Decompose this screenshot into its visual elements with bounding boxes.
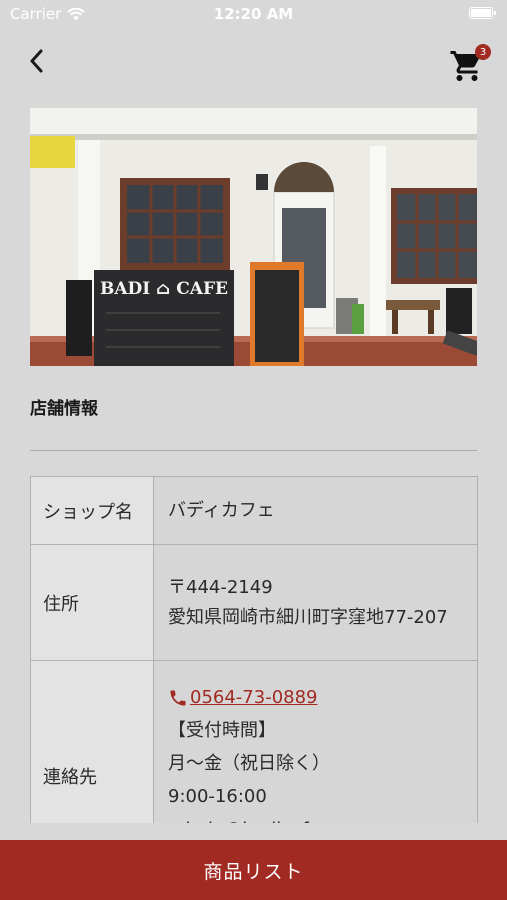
- table-row: 住所 〒444-2149 愛知県岡崎市細川町字窪地77-207: [30, 544, 478, 661]
- phone-number: 0564-73-0889: [190, 687, 318, 708]
- contact-label: 連絡先: [30, 660, 154, 823]
- shop-name-label: ショップ名: [30, 476, 154, 545]
- phone-icon: [170, 690, 186, 705]
- address-label: 住所: [30, 544, 154, 661]
- shop-photo: BADI ⌂ CAFE: [30, 108, 477, 366]
- contact-value: 0564-73-0889 【受付時間】 月～金（祝日除く） 9:00-16:00…: [153, 660, 478, 823]
- section-title-shop-info: 店舗情報: [30, 399, 98, 419]
- status-time: 12:20 AM: [213, 5, 294, 23]
- sign-text: BADI ⌂ CAFE: [100, 279, 228, 299]
- address-line: 愛知県岡崎市細川町字窪地77-207: [168, 606, 448, 628]
- shop-info-table: ショップ名 バディカフェ 住所 〒444-2149 愛知県岡崎市細川町字窪地77…: [30, 476, 478, 823]
- section-divider: [30, 450, 477, 451]
- address-value: 〒444-2149 愛知県岡崎市細川町字窪地77-207: [153, 544, 478, 661]
- hours-heading: 【受付時間】: [168, 720, 276, 741]
- cart-count-badge: 3: [475, 44, 491, 60]
- phone-link[interactable]: 0564-73-0889: [168, 681, 463, 714]
- cafe-storefront-image: BADI ⌂ CAFE: [30, 108, 477, 366]
- back-button[interactable]: [20, 44, 54, 78]
- postal-code: 〒444-2149: [168, 576, 273, 598]
- navigation-bar: 3: [0, 40, 507, 84]
- product-list-button[interactable]: 商品リスト: [0, 840, 507, 900]
- shop-name-value: バディカフェ: [153, 476, 478, 545]
- hours-time: 9:00-16:00: [168, 786, 267, 807]
- table-row: 連絡先 0564-73-0889 【受付時間】 月～金（祝日除く） 9:00-1…: [30, 660, 478, 823]
- table-row: ショップ名 バディカフェ: [30, 476, 478, 545]
- hours-days: 月～金（祝日除く）: [168, 753, 330, 774]
- email-text[interactable]: admin@badicafe.com: [168, 813, 463, 823]
- battery-icon: [469, 7, 496, 19]
- cart-button[interactable]: 3: [449, 42, 491, 82]
- chevron-left-icon: [30, 49, 43, 73]
- status-bar: Carrier 12:20 AM: [0, 0, 507, 30]
- shop-info-scroll-area[interactable]: ショップ名 バディカフェ 住所 〒444-2149 愛知県岡崎市細川町字窪地77…: [0, 476, 507, 823]
